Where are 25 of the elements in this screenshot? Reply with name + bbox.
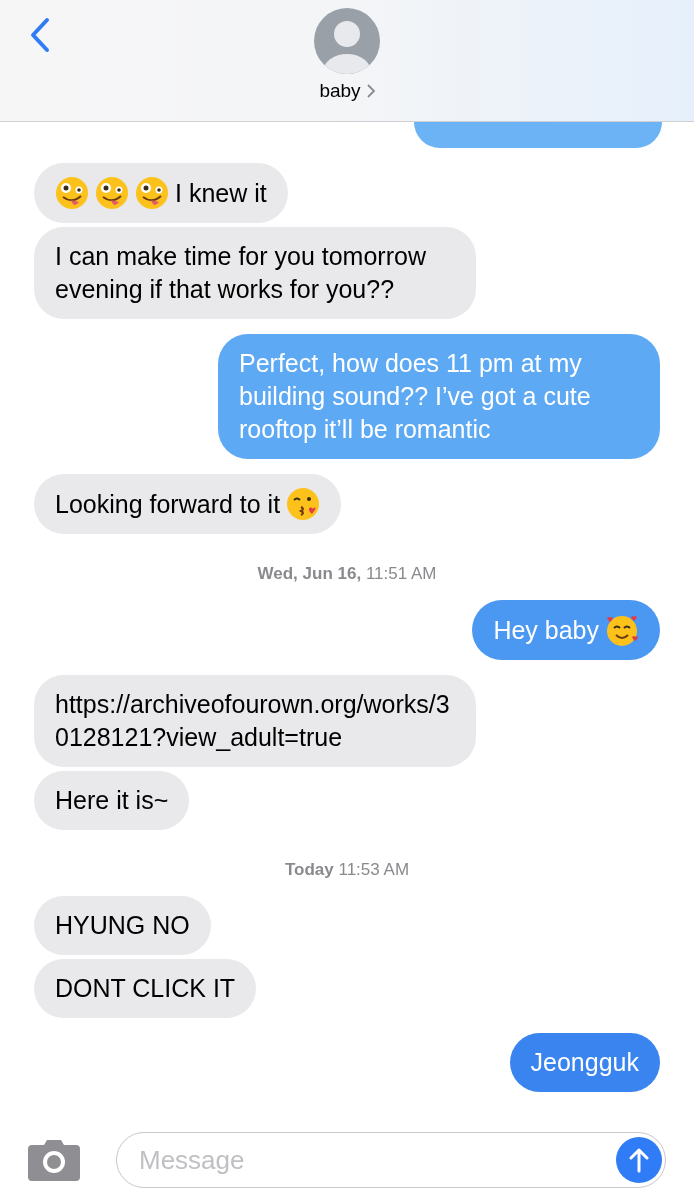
message-text: Jeongguk xyxy=(530,1047,639,1078)
message-link[interactable]: https://archiveofourown.org/works/30128121?view_adult=true xyxy=(55,688,455,754)
message-text: Hey baby xyxy=(493,614,599,646)
chevron-right-icon xyxy=(366,84,375,98)
zany-face-icon xyxy=(135,176,169,210)
message-timestamp: Today 11:53 AM xyxy=(284,859,410,881)
message-text: Here it is~ xyxy=(55,785,169,816)
message-text: I can make time for you tomorrow evening if that works for you?? xyxy=(55,241,427,305)
message-input-field[interactable]: Message xyxy=(116,1132,666,1188)
camera-icon xyxy=(28,1139,80,1181)
message-text: I knew it xyxy=(175,177,267,209)
zany-face-icon xyxy=(95,176,129,210)
chevron-left-icon xyxy=(29,17,51,53)
camera-button[interactable] xyxy=(28,1139,80,1181)
kissing-face-icon xyxy=(286,487,321,521)
message-text: Perfect, how does 11 pm at my building sound?? I’ve got a cute rooftop it’ll be romantic xyxy=(239,348,592,445)
arrow-up-icon xyxy=(629,1147,649,1173)
smiling-face-with-hearts-icon xyxy=(605,613,639,647)
message-text: Looking forward to it xyxy=(55,488,281,520)
contact-name-button[interactable]: baby xyxy=(319,78,375,104)
send-button[interactable] xyxy=(616,1137,662,1183)
zany-face-icon xyxy=(55,176,89,210)
message-timestamp: Wed, Jun 16, 11:51 AM xyxy=(257,563,437,585)
message-text: HYUNG NO xyxy=(55,910,190,941)
message-text: DONT CLICK IT xyxy=(55,973,236,1004)
